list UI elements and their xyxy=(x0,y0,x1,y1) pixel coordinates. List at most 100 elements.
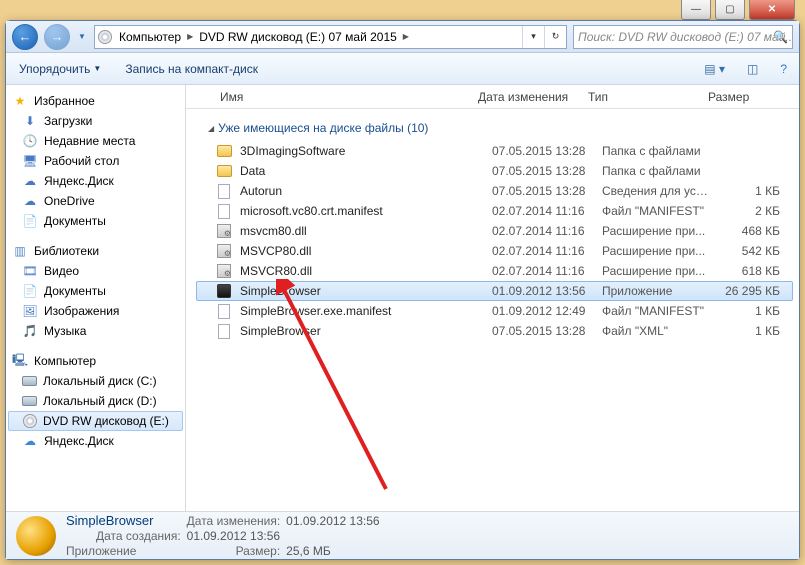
drive-icon xyxy=(22,396,37,406)
tree-item[interactable]: 📄Документы xyxy=(6,211,185,231)
tree-item[interactable]: 🕓Недавние места xyxy=(6,131,185,151)
details-kind: Приложение xyxy=(66,544,181,558)
tree-item[interactable]: DVD RW дисковод (E:) xyxy=(8,411,183,431)
forward-button[interactable]: → xyxy=(44,24,70,50)
tree-item-icon: 🖥 xyxy=(22,153,38,169)
details-modified: 01.09.2012 13:56 xyxy=(286,514,379,528)
file-name: SimpleBrowser xyxy=(234,324,486,338)
file-name: Data xyxy=(234,164,486,178)
file-row[interactable]: msvcm80.dll 02.07.2014 11:16 Расширение … xyxy=(196,221,793,241)
tree-item-icon: 📄 xyxy=(22,213,38,229)
file-row[interactable]: MSVCR80.dll 02.07.2014 11:16 Расширение … xyxy=(196,261,793,281)
tree-item[interactable]: Локальный диск (C:) xyxy=(6,371,185,391)
file-name: MSVCP80.dll xyxy=(234,244,486,258)
organize-button[interactable]: Упорядочить ▼ xyxy=(14,59,106,79)
tree-item[interactable]: 🎞Видео xyxy=(6,261,185,281)
tree-item-icon: 🎵 xyxy=(22,323,38,339)
file-row[interactable]: Autorun 07.05.2015 13:28 Сведения для ус… xyxy=(196,181,793,201)
file-row[interactable]: SimpleBrowser 07.05.2015 13:28 Файл "XML… xyxy=(196,321,793,341)
file-date: 01.09.2012 13:56 xyxy=(486,284,596,298)
file-size: 1 КБ xyxy=(716,304,786,318)
maximize-button[interactable]: ▢ xyxy=(715,0,745,20)
computer-icon: 🖳 xyxy=(12,353,28,369)
dll-icon xyxy=(217,244,231,258)
tree-item[interactable]: 🎵Музыка xyxy=(6,321,185,341)
tree-item-icon: 🕓 xyxy=(22,133,38,149)
cloud-icon: ☁ xyxy=(22,433,38,449)
tree-item[interactable]: 🖼Изображения xyxy=(6,301,185,321)
file-type: Расширение при... xyxy=(596,264,716,278)
file-icon xyxy=(218,324,230,339)
file-type: Расширение при... xyxy=(596,244,716,258)
folder-icon xyxy=(217,145,232,157)
file-name: msvcm80.dll xyxy=(234,224,486,238)
dll-icon xyxy=(217,224,231,238)
file-row[interactable]: microsoft.vc80.crt.manifest 02.07.2014 1… xyxy=(196,201,793,221)
minimize-button[interactable]: — xyxy=(681,0,711,20)
file-row[interactable]: SimpleBrowser 01.09.2012 13:56 Приложени… xyxy=(196,281,793,301)
address-row: ← → ▼ Компьютер ▶ DVD RW дисковод (E:) 0… xyxy=(6,21,799,53)
tree-item[interactable]: ⬇Загрузки xyxy=(6,111,185,131)
tree-computer[interactable]: 🖳Компьютер xyxy=(6,351,185,371)
close-button[interactable]: ✕ xyxy=(749,0,795,20)
col-name[interactable]: Имя xyxy=(214,90,472,104)
tree-item[interactable]: ☁OneDrive xyxy=(6,191,185,211)
tree-item[interactable]: Локальный диск (D:) xyxy=(6,391,185,411)
file-icon xyxy=(218,204,230,219)
file-date: 02.07.2014 11:16 xyxy=(486,244,596,258)
address-bar[interactable]: Компьютер ▶ DVD RW дисковод (E:) 07 май … xyxy=(94,25,567,49)
tree-item[interactable]: ☁Яндекс.Диск xyxy=(6,431,185,451)
file-row[interactable]: Data 07.05.2015 13:28 Папка с файлами xyxy=(196,161,793,181)
chevron-right-icon[interactable]: ▶ xyxy=(185,32,195,41)
tree-favorites[interactable]: ★Избранное xyxy=(6,91,185,111)
address-dropdown[interactable]: ▾ xyxy=(522,26,544,48)
nav-history-dropdown[interactable]: ▼ xyxy=(76,26,88,48)
tree-item[interactable]: 📄Документы xyxy=(6,281,185,301)
section-header[interactable]: ◢Уже имеющиеся на диске файлы (10) xyxy=(196,115,793,141)
breadcrumb-root[interactable]: Компьютер xyxy=(115,26,185,48)
details-size-label: Размер: xyxy=(187,544,281,558)
file-size: 618 КБ xyxy=(716,264,786,278)
back-button[interactable]: ← xyxy=(12,24,38,50)
file-date: 02.07.2014 11:16 xyxy=(486,224,596,238)
chevron-right-icon[interactable]: ▶ xyxy=(401,32,411,41)
file-type: Файл "MANIFEST" xyxy=(596,304,716,318)
tree-item[interactable]: ☁Яндекс.Диск xyxy=(6,171,185,191)
breadcrumb-location[interactable]: DVD RW дисковод (E:) 07 май 2015 xyxy=(195,26,401,48)
nav-tree[interactable]: ★Избранное ⬇Загрузки🕓Недавние места🖥Рабо… xyxy=(6,85,186,511)
file-list[interactable]: ◢Уже имеющиеся на диске файлы (10) 3DIma… xyxy=(186,109,799,511)
file-type: Файл "MANIFEST" xyxy=(596,204,716,218)
file-type: Папка с файлами xyxy=(596,164,716,178)
library-icon: ▥ xyxy=(12,243,28,259)
col-size[interactable]: Размер xyxy=(702,90,799,104)
tree-item-icon: ⬇ xyxy=(22,113,38,129)
col-date[interactable]: Дата изменения xyxy=(472,90,582,104)
file-date: 07.05.2015 13:28 xyxy=(486,324,596,338)
file-date: 02.07.2014 11:16 xyxy=(486,204,596,218)
file-type: Приложение xyxy=(596,284,716,298)
file-name: Autorun xyxy=(234,184,486,198)
view-options-button[interactable]: ▤ ▾ xyxy=(700,60,729,78)
file-name: MSVCR80.dll xyxy=(234,264,486,278)
col-type[interactable]: Тип xyxy=(582,90,702,104)
file-row[interactable]: 3DImagingSoftware 07.05.2015 13:28 Папка… xyxy=(196,141,793,161)
tree-libraries[interactable]: ▥Библиотеки xyxy=(6,241,185,261)
file-size: 26 295 КБ xyxy=(716,284,786,298)
file-name: microsoft.vc80.crt.manifest xyxy=(234,204,486,218)
file-row[interactable]: MSVCP80.dll 02.07.2014 11:16 Расширение … xyxy=(196,241,793,261)
file-icon xyxy=(218,184,230,199)
file-size: 542 КБ xyxy=(716,244,786,258)
refresh-button[interactable]: ↻ xyxy=(544,26,566,48)
tree-item-icon: 📄 xyxy=(22,283,38,299)
file-type: Папка с файлами xyxy=(596,144,716,158)
disc-icon xyxy=(23,414,37,428)
help-button[interactable]: ? xyxy=(776,60,791,78)
preview-pane-button[interactable]: ◫ xyxy=(743,60,762,78)
file-row[interactable]: SimpleBrowser.exe.manifest 01.09.2012 12… xyxy=(196,301,793,321)
tree-item[interactable]: 🖥Рабочий стол xyxy=(6,151,185,171)
search-input[interactable]: Поиск: DVD RW дисковод (E:) 07 май... 🔍 xyxy=(573,25,793,49)
tree-item-icon: 🖼 xyxy=(22,303,38,319)
column-headers[interactable]: Имя Дата изменения Тип Размер xyxy=(186,85,799,109)
file-date: 07.05.2015 13:28 xyxy=(486,184,596,198)
burn-button[interactable]: Запись на компакт-диск xyxy=(120,59,263,79)
